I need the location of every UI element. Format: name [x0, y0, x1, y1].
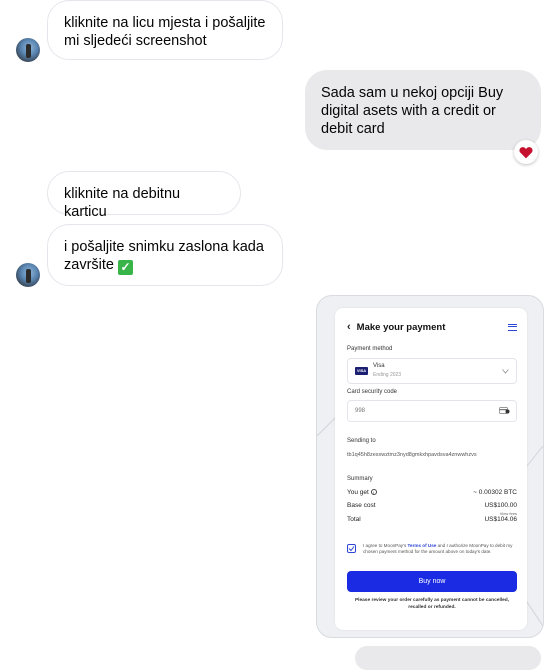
- message-text: kliknite na licu mjesta i pošaljite mi s…: [64, 15, 266, 49]
- card-name: Visa: [373, 363, 385, 369]
- sending-to-label: Sending to: [347, 438, 376, 444]
- wallet-address: tb1q45h8zesxwztmz3nyd8gmkxhpavdsva4znwwh…: [347, 452, 477, 458]
- security-code-value: 998: [355, 408, 366, 414]
- base-cost-label: Base cost: [347, 502, 376, 509]
- agree-checkbox[interactable]: [347, 544, 356, 553]
- terms-link[interactable]: Terms of Use: [408, 543, 437, 548]
- incoming-message[interactable]: i pošaljite snimku zaslona kada završite…: [47, 224, 283, 286]
- screenshot-attachment[interactable]: ‹ Make your payment Payment method VISA …: [316, 295, 544, 638]
- checkmark-icon: [348, 546, 355, 552]
- total-value: US$104.06: [484, 516, 517, 523]
- you-get-label: You get: [347, 489, 369, 496]
- base-cost-row: Base cost US$100.00: [347, 502, 517, 509]
- heart-reaction[interactable]: [514, 140, 538, 164]
- card-cvc-icon: [499, 407, 510, 414]
- total-label: Total: [347, 516, 361, 523]
- visa-card-icon: VISA: [355, 367, 368, 375]
- buy-now-button[interactable]: Buy now: [347, 571, 517, 592]
- you-get-value: ~ 0.00302 BTC: [473, 489, 517, 496]
- base-cost-value: US$100.00: [484, 502, 517, 509]
- payment-card: ‹ Make your payment Payment method VISA …: [335, 308, 527, 630]
- disclaimer-text: Please review your order carefully as pa…: [354, 598, 510, 610]
- security-code-input[interactable]: 998: [347, 400, 517, 422]
- menu-icon[interactable]: [508, 323, 517, 331]
- incoming-message[interactable]: kliknite na debitnu karticu: [47, 171, 241, 220]
- back-arrow-icon[interactable]: ‹: [347, 321, 351, 333]
- total-row: Total US$104.06: [347, 516, 517, 523]
- outgoing-message[interactable]: Sada sam u nekoj opciji Buy digital aset…: [305, 70, 541, 150]
- check-mark-emoji-icon: ✓: [118, 260, 133, 275]
- agree-prefix: I agree to MoonPay's: [363, 543, 408, 548]
- info-icon[interactable]: i: [370, 489, 377, 495]
- you-get-row: You get i ~ 0.00302 BTC: [347, 489, 517, 496]
- payment-title: Make your payment: [356, 321, 446, 333]
- security-code-label: Card security code: [347, 389, 398, 395]
- message-text: Sada sam u nekoj opciji Buy digital aset…: [321, 85, 504, 137]
- chevron-down-icon: [502, 369, 509, 374]
- summary-label: Summary: [347, 476, 373, 482]
- payment-method-select[interactable]: VISA Visa Ending 2023: [347, 358, 517, 384]
- heart-icon: [519, 146, 533, 158]
- card-ending: Ending 2023: [373, 372, 402, 378]
- avatar[interactable]: [16, 38, 40, 62]
- avatar[interactable]: [16, 263, 40, 287]
- message-text: kliknite na debitnu karticu: [64, 186, 181, 220]
- message-text: i pošaljite snimku zaslona kada završite: [64, 239, 264, 273]
- agreement-text: I agree to MoonPay's Terms of Use and I …: [363, 543, 517, 555]
- payment-method-label: Payment method: [347, 346, 393, 352]
- incoming-message[interactable]: kliknite na licu mjesta i pošaljite mi s…: [47, 0, 283, 60]
